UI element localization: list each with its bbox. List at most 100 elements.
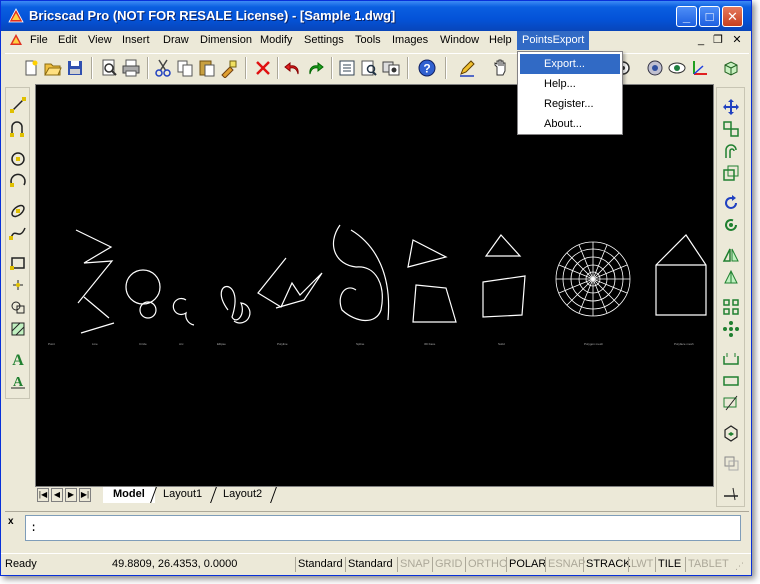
match-properties-icon[interactable]: [219, 58, 239, 78]
point-tool-icon[interactable]: [9, 276, 27, 294]
polyface-mesh-entity: [655, 234, 707, 316]
last-tab-button[interactable]: ▶|: [79, 488, 91, 502]
offset-icon[interactable]: [722, 142, 740, 160]
menu-item-help[interactable]: Help...: [520, 74, 620, 94]
menu-file[interactable]: File: [25, 31, 53, 50]
properties-icon[interactable]: [337, 58, 357, 78]
orbit-icon[interactable]: [645, 58, 665, 78]
rectangle-tool-icon[interactable]: [9, 254, 27, 272]
minimize-button[interactable]: _: [676, 6, 697, 27]
text-tool-icon[interactable]: A: [9, 350, 27, 368]
menu-item-register[interactable]: Register...: [520, 94, 620, 114]
delete-icon[interactable]: [253, 58, 273, 78]
maximize-button[interactable]: □: [699, 6, 720, 27]
arc-tool-icon[interactable]: [9, 172, 27, 190]
ortho-toggle[interactable]: ORTHO: [465, 557, 508, 572]
polar-toggle[interactable]: POLAR: [506, 557, 546, 572]
open-icon[interactable]: [43, 58, 63, 78]
ellipse-tool-icon[interactable]: [9, 202, 27, 220]
menu-images[interactable]: Images: [387, 31, 433, 50]
command-input[interactable]: :: [25, 515, 741, 541]
mdi-restore-button[interactable]: ❐: [710, 33, 726, 47]
first-tab-button[interactable]: |◀: [37, 488, 49, 502]
entity-label: Polyline: [277, 342, 288, 346]
menu-insert[interactable]: Insert: [117, 31, 155, 50]
stretch-icon[interactable]: [722, 350, 740, 368]
menu-tools[interactable]: Tools: [350, 31, 386, 50]
array-icon[interactable]: [722, 298, 740, 316]
tile-toggle[interactable]: TILE: [655, 557, 681, 572]
tab-layout2[interactable]: Layout2: [213, 487, 272, 503]
design-center-icon[interactable]: [381, 58, 401, 78]
tab-layout1[interactable]: Layout1: [153, 487, 212, 503]
rotate-3d-icon[interactable]: [722, 216, 740, 234]
copy-icon[interactable]: [175, 58, 195, 78]
print-icon[interactable]: [121, 58, 141, 78]
title-bar[interactable]: Bricscad Pro (NOT FOR RESALE License) - …: [1, 1, 751, 31]
text-style-selector[interactable]: Standard: [295, 557, 343, 572]
hatch-tool-icon[interactable]: [9, 320, 27, 338]
solid-edit-icon[interactable]: [722, 424, 740, 442]
menu-settings[interactable]: Settings: [299, 31, 349, 50]
menu-edit[interactable]: Edit: [53, 31, 82, 50]
pencil-icon[interactable]: [457, 58, 477, 78]
command-close-button[interactable]: x: [8, 516, 14, 527]
help-icon[interactable]: ?: [417, 58, 437, 78]
menu-view[interactable]: View: [83, 31, 117, 50]
close-button[interactable]: ✕: [722, 6, 743, 27]
paste-icon[interactable]: [197, 58, 217, 78]
spline-tool-icon[interactable]: [9, 224, 27, 242]
layout-tab-bar: |◀ ◀ ▶ ▶| Model Layout1 Layout2: [35, 487, 714, 504]
snap-toggle[interactable]: SNAP: [397, 557, 430, 572]
tablet-toggle[interactable]: TABLET: [685, 557, 729, 572]
menu-dimension[interactable]: Dimension: [195, 31, 257, 50]
strack-toggle[interactable]: STRACK: [583, 557, 631, 572]
undo-icon[interactable]: [283, 58, 303, 78]
menu-modify[interactable]: Modify: [255, 31, 297, 50]
save-icon[interactable]: [65, 58, 85, 78]
move-icon[interactable]: [722, 98, 740, 116]
menu-item-about[interactable]: About...: [520, 114, 620, 134]
mtext-tool-icon[interactable]: A: [9, 372, 27, 390]
polar-array-icon[interactable]: [722, 320, 740, 338]
resize-grip-icon[interactable]: ⋰: [735, 561, 747, 573]
scale-icon[interactable]: [722, 164, 740, 182]
copy-objects-icon[interactable]: [722, 120, 740, 138]
mdi-close-button[interactable]: ✕: [729, 33, 745, 47]
toolbar-separator: [277, 57, 279, 79]
break-icon[interactable]: [722, 484, 740, 502]
lwt-toggle[interactable]: LWT: [628, 557, 653, 572]
menu-help[interactable]: Help: [484, 31, 517, 50]
redo-icon[interactable]: [305, 58, 325, 78]
esnap-toggle[interactable]: ESNAP: [545, 557, 585, 572]
line-tool-icon[interactable]: [9, 96, 27, 114]
rotate-icon[interactable]: [722, 194, 740, 212]
next-tab-button[interactable]: ▶: [65, 488, 77, 502]
cut-icon[interactable]: [153, 58, 173, 78]
lengthen-icon[interactable]: [722, 372, 740, 390]
print-preview-icon[interactable]: [99, 58, 119, 78]
eye-icon[interactable]: [667, 58, 687, 78]
mirror-3d-icon[interactable]: [722, 268, 740, 286]
menu-window[interactable]: Window: [435, 31, 484, 50]
pan-icon[interactable]: [491, 58, 511, 78]
mirror-icon[interactable]: [722, 246, 740, 264]
prev-tab-button[interactable]: ◀: [51, 488, 63, 502]
tab-model[interactable]: Model: [103, 487, 155, 503]
axis-icon[interactable]: [689, 58, 709, 78]
mdi-minimize-button[interactable]: _: [693, 33, 709, 47]
menu-pointsexport[interactable]: PointsExport: [517, 31, 590, 50]
grid-toggle[interactable]: GRID: [432, 557, 463, 572]
circle-tool-icon[interactable]: [9, 150, 27, 168]
menu-draw[interactable]: Draw: [158, 31, 194, 50]
drawing-canvas[interactable]: Point Line Circle Arc Ellipse Polyline S…: [35, 84, 714, 487]
explorer-icon[interactable]: [359, 58, 379, 78]
trim-icon[interactable]: [722, 394, 740, 412]
block-tool-icon[interactable]: [9, 298, 27, 316]
document-icon[interactable]: [9, 33, 23, 47]
menu-item-export[interactable]: Export...: [520, 54, 620, 74]
new-icon[interactable]: [21, 58, 41, 78]
polyline-tool-icon[interactable]: [9, 120, 27, 138]
dim-style-selector[interactable]: Standard: [345, 557, 393, 572]
3d-box-icon[interactable]: [721, 58, 741, 78]
